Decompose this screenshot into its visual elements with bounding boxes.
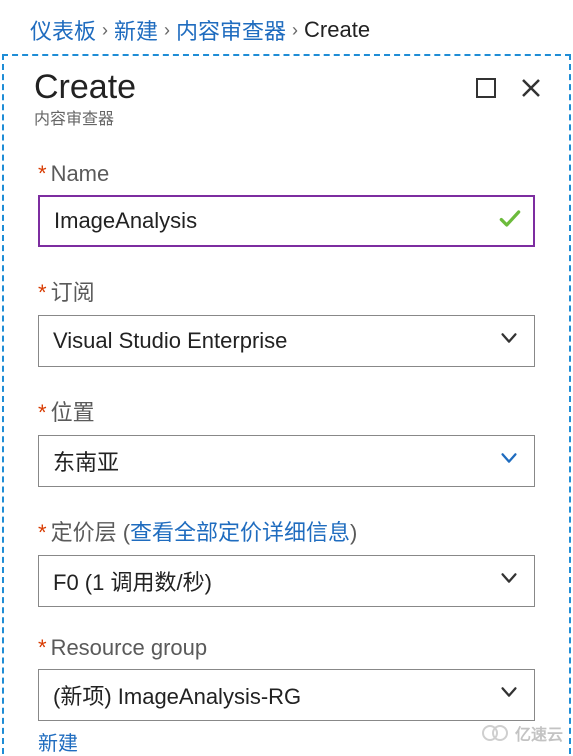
breadcrumb-link-new[interactable]: 新建 bbox=[114, 14, 158, 46]
location-select[interactable]: 东南亚 bbox=[38, 435, 535, 487]
chevron-down-icon bbox=[498, 681, 520, 709]
required-icon: * bbox=[38, 280, 47, 305]
field-name: *Name bbox=[38, 161, 535, 247]
label-location: *位置 bbox=[38, 395, 535, 427]
watermark-icon bbox=[481, 724, 511, 742]
page-subtitle: 内容审查器 bbox=[34, 105, 136, 129]
required-icon: * bbox=[38, 635, 47, 660]
chevron-down-icon bbox=[498, 327, 520, 355]
pricing-select[interactable]: F0 (1 调用数/秒) bbox=[38, 555, 535, 607]
breadcrumb-link-content-moderator[interactable]: 内容审查器 bbox=[176, 14, 286, 46]
chevron-down-icon bbox=[498, 567, 520, 595]
breadcrumb-current: Create bbox=[304, 17, 370, 43]
pin-icon[interactable] bbox=[475, 77, 497, 104]
resource-group-value: (新项) ImageAnalysis-RG bbox=[53, 679, 301, 711]
label-name: *Name bbox=[38, 161, 535, 187]
chevron-right-icon: › bbox=[164, 20, 170, 41]
required-icon: * bbox=[38, 161, 47, 186]
page-title: Create bbox=[34, 68, 136, 107]
subscription-value: Visual Studio Enterprise bbox=[53, 328, 287, 354]
close-icon[interactable] bbox=[519, 76, 543, 105]
check-icon bbox=[497, 206, 523, 237]
create-form: *Name *订阅 Visual Studio Enterprise bbox=[4, 133, 569, 756]
label-pricing: *定价层 (查看全部定价详细信息) bbox=[38, 515, 535, 547]
pricing-value: F0 (1 调用数/秒) bbox=[53, 565, 212, 597]
watermark-text: 亿速云 bbox=[515, 721, 563, 745]
chevron-right-icon: › bbox=[102, 20, 108, 41]
panel-header: Create 内容审查器 bbox=[4, 56, 569, 133]
subscription-select[interactable]: Visual Studio Enterprise bbox=[38, 315, 535, 367]
name-input[interactable] bbox=[38, 195, 535, 247]
create-panel: Create 内容审查器 *Name * bbox=[2, 54, 571, 754]
chevron-right-icon: › bbox=[292, 20, 298, 41]
field-resource-group: *Resource group (新项) ImageAnalysis-RG 新建 bbox=[38, 635, 535, 756]
label-resource-group: *Resource group bbox=[38, 635, 535, 661]
required-icon: * bbox=[38, 520, 47, 545]
field-pricing: *定价层 (查看全部定价详细信息) F0 (1 调用数/秒) bbox=[38, 515, 535, 607]
required-icon: * bbox=[38, 400, 47, 425]
label-subscription: *订阅 bbox=[38, 275, 535, 307]
location-value: 东南亚 bbox=[53, 445, 119, 477]
create-new-link[interactable]: 新建 bbox=[38, 727, 78, 756]
breadcrumb-link-dashboard[interactable]: 仪表板 bbox=[30, 14, 96, 46]
resource-group-select[interactable]: (新项) ImageAnalysis-RG bbox=[38, 669, 535, 721]
field-location: *位置 东南亚 bbox=[38, 395, 535, 487]
chevron-down-icon bbox=[498, 447, 520, 475]
watermark: 亿速云 bbox=[481, 721, 563, 745]
field-subscription: *订阅 Visual Studio Enterprise bbox=[38, 275, 535, 367]
pricing-details-link[interactable]: 查看全部定价详细信息 bbox=[130, 520, 350, 545]
breadcrumb: 仪表板 › 新建 › 内容审查器 › Create bbox=[0, 0, 573, 54]
